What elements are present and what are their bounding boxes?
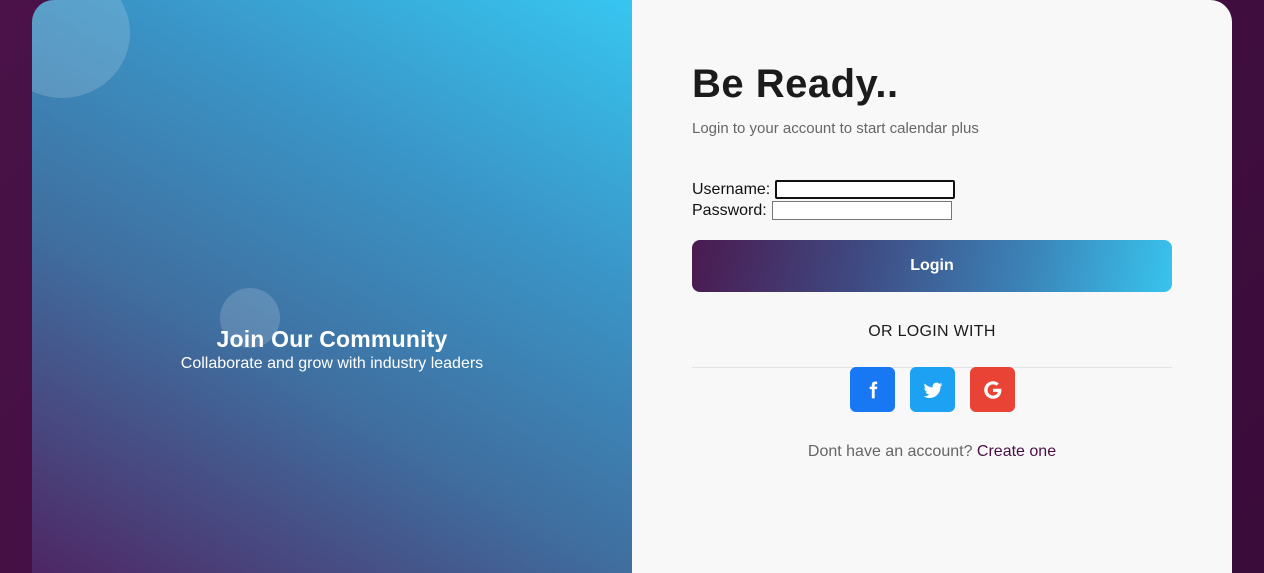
login-panel: Be Ready.. Login to your account to star… xyxy=(632,0,1232,573)
login-button[interactable]: Login xyxy=(692,240,1172,292)
create-account-link[interactable]: Create one xyxy=(977,443,1056,460)
hero-text: Join Our Community Collaborate and grow … xyxy=(32,326,632,373)
hero-subtitle: Collaborate and grow with industry leade… xyxy=(180,355,484,372)
decorative-circle xyxy=(32,0,130,98)
password-label: Password: xyxy=(692,201,767,219)
or-login-with-label: OR LOGIN WITH xyxy=(868,323,996,340)
password-input[interactable] xyxy=(771,201,952,220)
hero-panel: Join Our Community Collaborate and grow … xyxy=(32,0,632,573)
password-row: Password: xyxy=(692,200,955,221)
social-login-buttons xyxy=(850,367,1015,412)
login-form: Username: Password: xyxy=(692,179,956,221)
username-input[interactable] xyxy=(775,180,956,199)
twitter-login-button[interactable] xyxy=(910,367,955,412)
login-card: Join Our Community Collaborate and grow … xyxy=(32,0,1232,573)
twitter-icon xyxy=(923,382,942,398)
signup-prompt-text: Dont have an account? xyxy=(807,443,973,460)
page-subtitle: Login to your account to start calendar … xyxy=(692,120,979,137)
google-login-button[interactable] xyxy=(970,367,1015,412)
username-label: Username: xyxy=(692,180,771,198)
page-title: Be Ready.. xyxy=(692,62,899,106)
signup-prompt: Dont have an account? Create one xyxy=(692,443,1172,461)
hero-title: Join Our Community xyxy=(216,326,448,352)
facebook-login-button[interactable] xyxy=(850,367,895,412)
google-icon xyxy=(983,380,1001,399)
facebook-icon xyxy=(869,381,877,398)
username-row: Username: xyxy=(692,179,956,200)
